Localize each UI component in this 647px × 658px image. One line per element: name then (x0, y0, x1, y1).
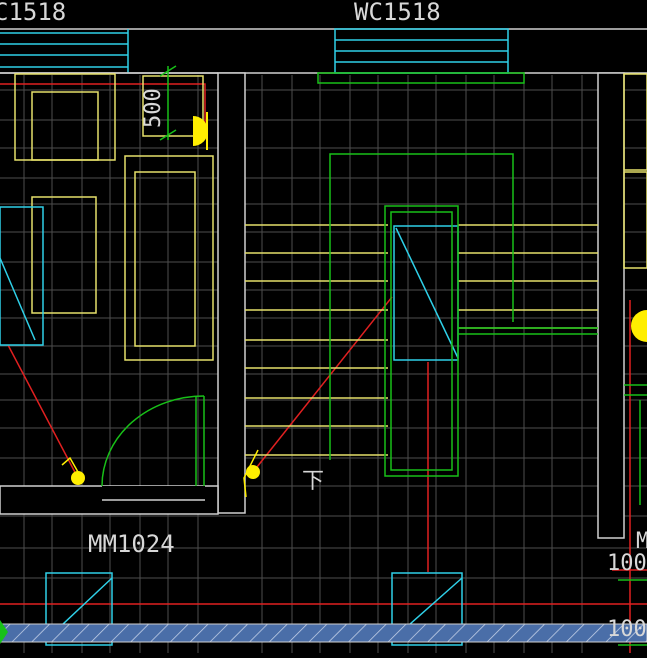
sofa (124, 155, 214, 361)
dimension-label-100-upper: 100 (607, 551, 647, 576)
stair-arrow-icon: 下 (302, 469, 324, 494)
door-swing-icon[interactable] (101, 395, 205, 487)
edge-label-fragment: M (636, 529, 647, 554)
window-sill (317, 72, 525, 84)
grid-layer (0, 75, 647, 653)
armchair (14, 73, 116, 161)
floor-plan-canvas[interactable]: C1518 WC1518 MM1024 500 下 100 100 M (0, 0, 647, 653)
dimension-label-500: 500 (141, 88, 166, 128)
switch-stair-icon[interactable] (243, 449, 260, 498)
door-label-mm1024: MM1024 (88, 530, 175, 558)
stair-layer (245, 224, 598, 456)
hatch-strip (0, 623, 647, 643)
window-wc1518[interactable] (334, 28, 509, 74)
side-table (31, 196, 97, 314)
cad-floor-plan-view[interactable]: C1518 WC1518 MM1024 500 下 100 100 M (0, 0, 647, 653)
window-label-wc1518: WC1518 (354, 0, 441, 26)
window-c1518[interactable] (0, 29, 129, 73)
light-fixture-right-icon[interactable] (631, 310, 647, 342)
door-opening (102, 486, 205, 500)
window-label-c1518: C1518 (0, 0, 66, 26)
dimension-label-100-lower: 100 (607, 617, 647, 642)
